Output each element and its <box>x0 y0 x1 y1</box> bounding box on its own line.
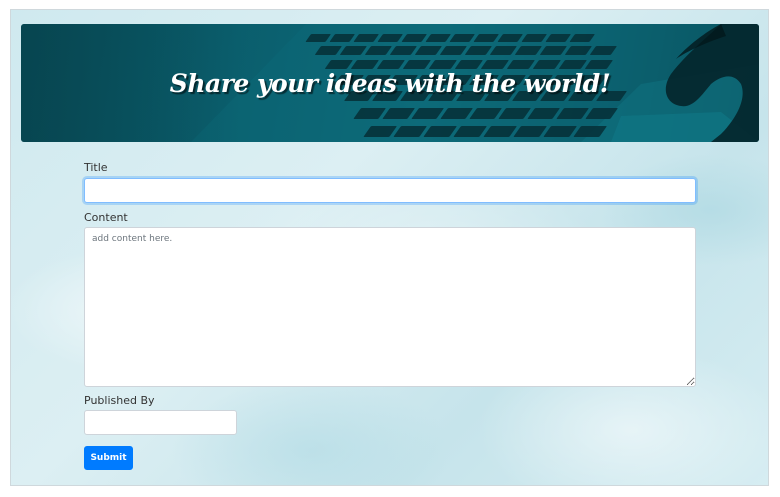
published-by-label: Published By <box>84 394 155 407</box>
page-container: Share your ideas with the world! Title C… <box>10 9 769 486</box>
published-by-input[interactable] <box>84 410 237 435</box>
content-label: Content <box>84 211 128 224</box>
title-input[interactable] <box>84 178 696 203</box>
content-textarea[interactable] <box>84 227 696 387</box>
banner-title: Share your ideas with the world! <box>169 68 611 98</box>
header-banner: Share your ideas with the world! <box>21 24 759 142</box>
post-form: Title Content Published By Submit <box>84 160 697 470</box>
submit-button[interactable]: Submit <box>84 446 133 470</box>
title-label: Title <box>84 161 108 174</box>
